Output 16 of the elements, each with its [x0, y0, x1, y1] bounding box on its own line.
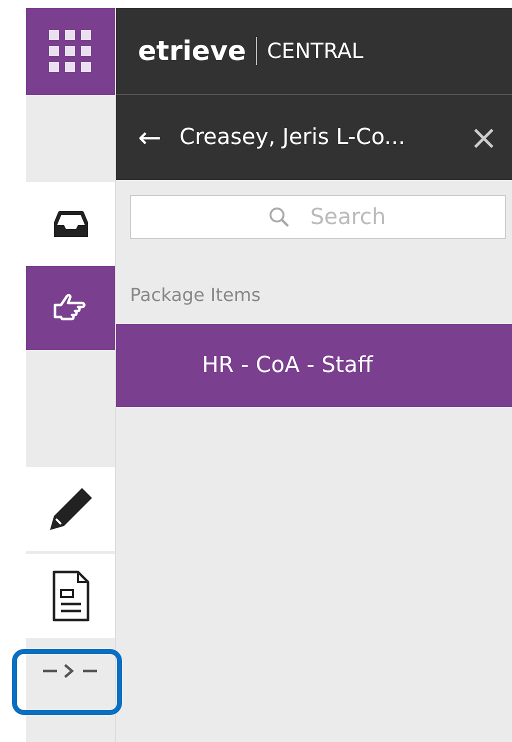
- grid-icon: [48, 30, 92, 74]
- apps-button[interactable]: [26, 8, 115, 95]
- package-item[interactable]: HR - CoA - Staff: [116, 324, 512, 407]
- product-name: CENTRAL: [267, 39, 364, 63]
- sidebar-button[interactable]: [26, 266, 115, 350]
- logo: etrieve: [138, 36, 246, 66]
- inbox-icon: [54, 211, 88, 237]
- document-icon: [52, 570, 90, 622]
- section-label: Package Items: [130, 285, 262, 306]
- pencil-icon: [48, 486, 94, 532]
- back-button[interactable]: ←: [138, 124, 162, 152]
- search-field[interactable]: Search: [130, 195, 506, 239]
- panel-title: Creasey, Jeris L-Co...: [179, 125, 406, 150]
- close-button[interactable]: ×: [470, 120, 498, 154]
- pointing-hand-icon: [52, 293, 88, 323]
- search-icon: [268, 206, 290, 228]
